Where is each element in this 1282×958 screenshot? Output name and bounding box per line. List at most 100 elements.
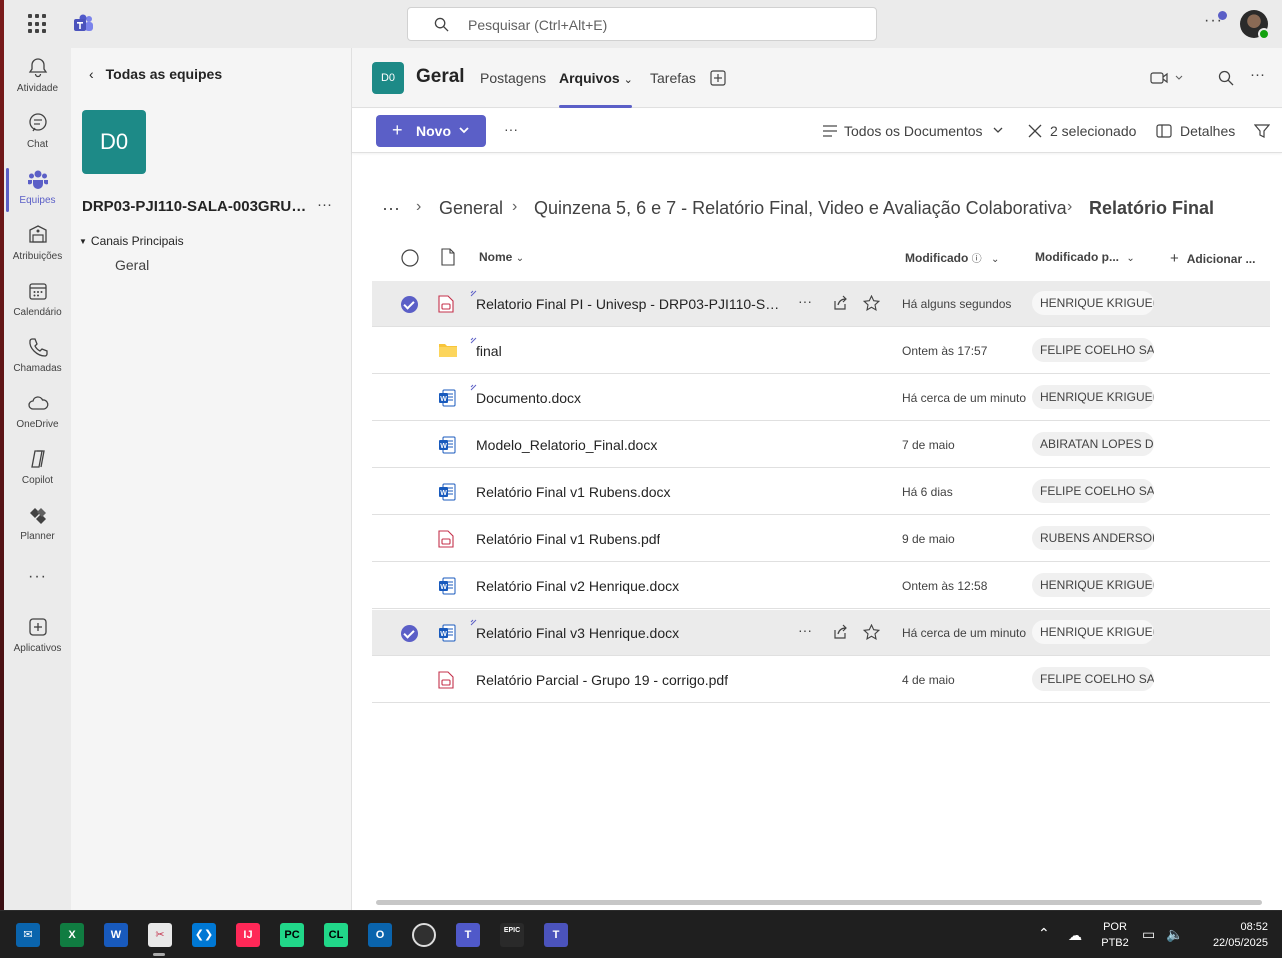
file-name[interactable]: Relatorio Final PI - Univesp - DRP03-PJI… [476, 296, 781, 312]
filter-icon[interactable] [1254, 123, 1270, 139]
back-to-teams-link[interactable]: ‹ Todas as equipes [89, 66, 222, 82]
add-apps-icon [28, 618, 47, 636]
file-name[interactable]: Relatório Final v2 Henrique.docx [476, 578, 679, 594]
modified-by-persona[interactable]: HENRIQUE KRIGUER [1032, 291, 1154, 315]
avatar[interactable] [1240, 10, 1270, 40]
network-icon[interactable]: ▭ [1142, 926, 1155, 943]
breadcrumb-ellipsis[interactable]: ··· [382, 198, 400, 219]
mail-app-icon[interactable]: ✉ [16, 923, 40, 947]
obs-icon[interactable] [412, 923, 436, 947]
team-name[interactable]: DRP03-PJI110-SALA-003GRUPO-019 [82, 198, 310, 215]
clock[interactable]: 08:52 22/05/2025 [1198, 921, 1268, 949]
word-icon[interactable]: W [104, 923, 128, 947]
share-icon[interactable] [832, 295, 848, 311]
modified-by-persona[interactable]: ABIRATAN LOPES DE SOUZA [1032, 432, 1154, 456]
tab-arquivos[interactable]: Arquivos ⌄ [559, 70, 633, 86]
volume-icon[interactable]: 🔈 [1166, 926, 1183, 943]
file-row[interactable]: Relatório Final v1 Rubens.pdf 9 de maio RU… [372, 516, 1270, 562]
breadcrumb-item[interactable]: Quinzena 5, 6 e 7 - Relatório Final, Vid… [534, 198, 1067, 219]
rail-item-onedrive[interactable]: OneDrive [4, 392, 71, 448]
modified-by-persona[interactable]: HENRIQUE KRIGUER [1032, 385, 1154, 409]
rail-more-button[interactable]: ··· [4, 568, 71, 592]
file-row[interactable]: W Relatório Final v3 Henrique.docx ··· Há c… [372, 610, 1270, 656]
file-type-icon[interactable] [441, 248, 455, 266]
column-header-modified[interactable]: Modificado ⓘ ⌄ [905, 250, 999, 265]
modified-by-persona[interactable]: RUBENS ANDERSON [1032, 526, 1154, 550]
file-name[interactable]: Documento.docx [476, 390, 581, 406]
modified-by-persona[interactable]: FELIPE COELHO SAMPAIO [1032, 667, 1154, 691]
rail-item-planner[interactable]: Planner [4, 504, 71, 560]
clion-icon[interactable]: CL [324, 923, 348, 947]
teams-app-icon[interactable]: T [456, 923, 480, 947]
teams-classic-icon[interactable]: T [544, 923, 568, 947]
rail-item-chat[interactable]: Chat [4, 112, 71, 168]
file-name[interactable]: Relatório Final v3 Henrique.docx [476, 625, 679, 641]
file-row[interactable]: W Relatório Final v1 Rubens.docx Há 6 dias… [372, 469, 1270, 515]
search-icon[interactable] [1218, 70, 1234, 86]
channel-item-geral[interactable]: Geral [115, 257, 149, 273]
file-name[interactable]: final [476, 343, 502, 359]
modified-by-persona[interactable]: FELIPE COELHO SAMPAIO [1032, 338, 1154, 362]
more-options-icon[interactable]: ··· [1250, 66, 1265, 83]
modified-date: Ontem às 12:58 [902, 579, 988, 593]
file-row[interactable]: W Documento.docx Há cerca de um minuto HENR… [372, 375, 1270, 421]
rail-item-apps[interactable]: Aplicativos [4, 616, 71, 672]
row-more-icon[interactable]: ··· [798, 293, 812, 309]
file-name[interactable]: Relatório Parcial - Grupo 19 - corrigo.p… [476, 672, 728, 688]
file-row[interactable]: final Ontem às 17:57 FELIPE COELHO SAMPAIO [372, 328, 1270, 374]
pycharm-icon[interactable]: PC [280, 923, 304, 947]
search-input[interactable]: Pesquisar (Ctrl+Alt+E) [407, 7, 877, 41]
star-icon[interactable] [863, 295, 880, 312]
file-row[interactable]: Relatório Parcial - Grupo 19 - corrigo.p… [372, 657, 1270, 703]
share-icon[interactable] [832, 624, 848, 640]
select-all-checkbox[interactable] [401, 249, 419, 267]
epic-games-icon[interactable]: EPIC [500, 923, 524, 947]
file-name[interactable]: Modelo_Relatorio_Final.docx [476, 437, 657, 453]
teams-icon [27, 170, 48, 189]
snipping-tool-icon[interactable]: ✂ [148, 923, 172, 947]
weather-icon[interactable]: ☁ [1068, 927, 1082, 944]
star-icon[interactable] [863, 624, 880, 641]
video-call-icon[interactable] [1150, 71, 1184, 85]
rail-item-copilot[interactable]: Copilot [4, 448, 71, 504]
command-more-icon[interactable]: ··· [504, 121, 518, 137]
clear-selection-button[interactable]: 2 selecionado [1028, 123, 1136, 139]
breadcrumb-item[interactable]: General [439, 198, 503, 219]
tab-tarefas[interactable]: Tarefas [650, 70, 696, 86]
tab-postagens[interactable]: Postagens [480, 70, 546, 86]
new-button[interactable]: + Novo [376, 115, 486, 147]
rail-label: Aplicativos [13, 643, 62, 654]
horizontal-scrollbar[interactable] [376, 900, 1262, 905]
add-column-button[interactable]: + Adicionar ... [1170, 250, 1255, 267]
excel-icon[interactable]: X [60, 923, 84, 947]
channel-group[interactable]: ▼ Canais Principais [79, 234, 184, 248]
file-row[interactable]: Relatorio Final PI - Univesp - DRP03-PJI… [372, 281, 1270, 327]
column-header-name[interactable]: Nome ⌄ [479, 250, 524, 264]
view-selector[interactable]: Todos os Documentos [822, 123, 1004, 139]
rail-item-activity[interactable]: Atividade [4, 56, 71, 112]
file-name[interactable]: Relatório Final v1 Rubens.docx [476, 484, 671, 500]
chevron-up-icon[interactable]: ⌃ [1038, 925, 1050, 942]
file-row[interactable]: W Modelo_Relatorio_Final.docx 7 de maio ABI… [372, 422, 1270, 468]
vscode-icon[interactable]: ❮❯ [192, 923, 216, 947]
team-more-icon[interactable]: ··· [317, 196, 332, 213]
rail-item-calendar[interactable]: Calendário [4, 280, 71, 336]
input-language[interactable]: POR PTB2 [1100, 921, 1130, 949]
details-button[interactable]: Detalhes [1156, 123, 1235, 139]
app-launcher-icon[interactable] [28, 14, 48, 34]
file-row[interactable]: W Relatório Final v2 Henrique.docx Ontem à… [372, 563, 1270, 609]
modified-by-persona[interactable]: FELIPE COELHO SAMPAIO [1032, 479, 1154, 503]
rail-item-teams[interactable]: Equipes [4, 168, 71, 224]
row-checkbox-checked[interactable] [401, 296, 418, 313]
rail-item-assignments[interactable]: Atribuições [4, 224, 71, 280]
modified-by-persona[interactable]: HENRIQUE KRIGUER [1032, 620, 1154, 644]
modified-by-persona[interactable]: HENRIQUE KRIGUER [1032, 573, 1154, 597]
column-header-modified-by[interactable]: Modificado p... ⌄ [1035, 250, 1135, 264]
add-tab-icon[interactable] [710, 70, 726, 86]
row-checkbox-checked[interactable] [401, 625, 418, 642]
outlook-icon[interactable]: O [368, 923, 392, 947]
rail-item-calls[interactable]: Chamadas [4, 336, 71, 392]
row-more-icon[interactable]: ··· [798, 622, 812, 638]
file-name[interactable]: Relatório Final v1 Rubens.pdf [476, 531, 660, 547]
intellij-icon[interactable]: IJ [236, 923, 260, 947]
